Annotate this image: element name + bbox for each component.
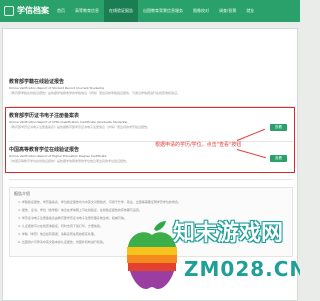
logo-icon [4,6,14,16]
highlight-frame [5,107,295,173]
help-line: 1. 学籍验证报告、学历备案表、学位验证报告均为中英文对照格式，可用于升学、就业… [18,200,181,204]
student-record-report-section: 教育部学籍在线验证报告 Online Verification Report o… [9,79,293,96]
nav-item-image-check[interactable]: 图像校对 [188,0,214,22]
watermark-logo: 知末游戏网 ZM028.CN [124,215,300,301]
page: 学信档案 首页 高等教育信息 在线验证报告 出国教育背景信息服务 图像校对 调查… [0,0,300,301]
top-navigation-bar: 学信档案 首页 高等教育信息 在线验证报告 出国教育背景信息服务 图像校对 调查… [0,0,300,22]
nav-item-jobs[interactable]: 就业 [241,0,259,22]
apple-logo-icon [127,221,177,289]
watermark-title: 知末游戏网 [173,221,284,246]
site-logo[interactable]: 学信档案 [4,5,49,17]
main-nav: 首页 高等教育信息 在线验证报告 出国教育背景信息服务 图像校对 调查/投票 就… [52,0,259,22]
help-line: 2. 报告、证书、学位（含学籍）信息在学信网上可在线验证，在线验证报告的有效期可… [18,208,142,212]
nav-item-home[interactable]: 首页 [52,0,70,22]
nav-item-higher-education[interactable]: 高等教育信息 [70,0,104,22]
help-title: 报告介绍 [14,191,30,196]
divider [9,179,293,180]
section-description: 《教育部学籍在线验证报告》是依据学信网收录的学籍信息（详情）而出具的学籍验证报告… [9,91,181,95]
logo-text: 学信档案 [17,6,49,15]
nav-item-overseas-service[interactable]: 出国教育背景信息服务 [138,0,188,22]
nav-item-survey[interactable]: 调查/投票 [214,0,241,22]
annotation-text: 根据申请的学历/学位，点击"查看"按钮 [155,142,242,148]
section-title: 教育部学籍在线验证报告 [9,79,65,85]
nav-item-online-verification[interactable]: 在线验证报告 [104,0,138,22]
watermark-subtitle: ZM028.CN [184,257,300,281]
